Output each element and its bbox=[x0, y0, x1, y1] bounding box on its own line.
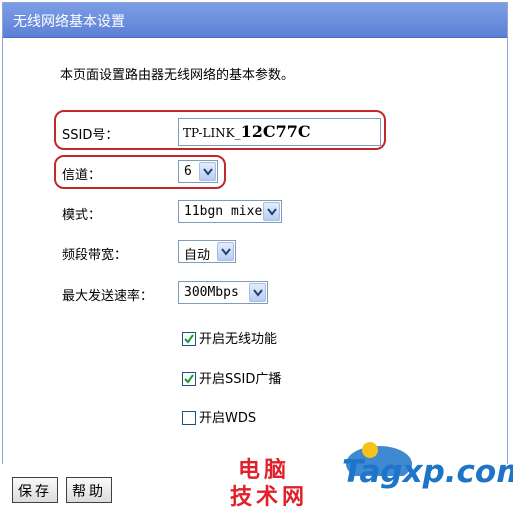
channel-value: 6 bbox=[184, 164, 192, 179]
bandwidth-label: 频段带宽： bbox=[62, 248, 128, 263]
chevron-down-icon[interactable] bbox=[217, 242, 234, 261]
ssid-value-main: 12C77C bbox=[240, 122, 311, 141]
watermark-line2: 技术网 bbox=[230, 485, 309, 510]
help-button[interactable]: 帮助 bbox=[66, 477, 112, 503]
checkbox-label: 开启无线功能 bbox=[199, 332, 278, 347]
max-rate-value: 300Mbps bbox=[184, 285, 239, 300]
bandwidth-select[interactable]: 自动 bbox=[178, 240, 236, 263]
checkbox-icon[interactable] bbox=[182, 331, 196, 346]
checkbox-icon[interactable] bbox=[182, 410, 196, 425]
mode-value: 11bgn mixed bbox=[184, 204, 271, 219]
channel-label: 信道： bbox=[62, 168, 102, 183]
max-rate-label: 最大发送速率： bbox=[62, 289, 154, 304]
title-bar: 无线网络基本设置 bbox=[3, 3, 507, 38]
chevron-down-icon[interactable] bbox=[249, 283, 266, 302]
chevron-down-icon[interactable] bbox=[199, 162, 216, 181]
mode-label: 模式： bbox=[62, 208, 102, 223]
channel-select[interactable]: 6 bbox=[178, 160, 218, 183]
max-rate-select[interactable]: 300Mbps bbox=[178, 281, 268, 304]
ssid-label: SSID号： bbox=[62, 128, 119, 143]
save-button[interactable]: 保存 bbox=[12, 477, 58, 503]
checkbox-label: 开启SSID广播 bbox=[199, 372, 282, 387]
mode-select[interactable]: 11bgn mixed bbox=[178, 200, 282, 223]
intro-text: 本页面设置路由器无线网络的基本参数。 bbox=[60, 68, 295, 83]
checkbox-icon[interactable] bbox=[182, 371, 196, 386]
checkbox-wireless[interactable]: 开启无线功能 bbox=[182, 328, 277, 347]
bandwidth-value: 自动 bbox=[184, 248, 211, 263]
chevron-down-icon[interactable] bbox=[263, 202, 280, 221]
checkbox-ssid-broadcast[interactable]: 开启SSID广播 bbox=[182, 368, 281, 387]
ssid-input[interactable]: TP-LINK_12C77C bbox=[178, 118, 381, 146]
watermark-site: Tagxp.com bbox=[342, 454, 513, 490]
ssid-value-prefix: TP-LINK_ bbox=[183, 126, 241, 140]
checkbox-wds[interactable]: 开启WDS bbox=[182, 407, 256, 426]
window-title: 无线网络基本设置 bbox=[13, 14, 125, 30]
checkbox-label: 开启WDS bbox=[199, 411, 257, 426]
